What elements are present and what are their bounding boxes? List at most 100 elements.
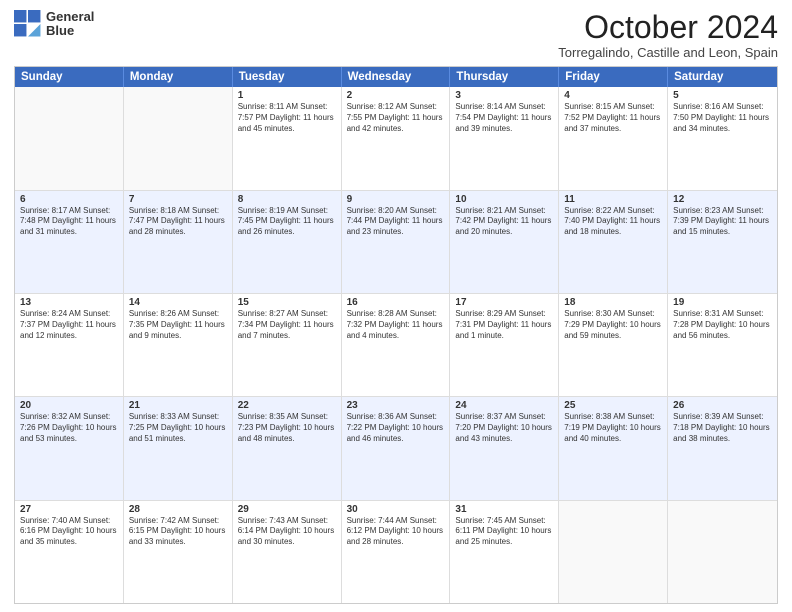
day-info: Sunrise: 8:27 AM Sunset: 7:34 PM Dayligh… bbox=[238, 309, 336, 341]
day-number: 6 bbox=[20, 194, 118, 205]
day-number: 3 bbox=[455, 90, 553, 101]
cal-cell-2-w0c3: 2Sunrise: 8:12 AM Sunset: 7:55 PM Daylig… bbox=[342, 87, 451, 189]
col-header-friday: Friday bbox=[559, 67, 668, 87]
day-number: 29 bbox=[238, 504, 336, 515]
cal-cell-30-w4c3: 30Sunrise: 7:44 AM Sunset: 6:12 PM Dayli… bbox=[342, 501, 451, 603]
day-number: 21 bbox=[129, 400, 227, 411]
cal-cell-empty-w4c5 bbox=[559, 501, 668, 603]
day-info: Sunrise: 8:31 AM Sunset: 7:28 PM Dayligh… bbox=[673, 309, 772, 341]
calendar-body: 1Sunrise: 8:11 AM Sunset: 7:57 PM Daylig… bbox=[15, 87, 777, 603]
col-header-tuesday: Tuesday bbox=[233, 67, 342, 87]
col-header-sunday: Sunday bbox=[15, 67, 124, 87]
calendar-row-4: 27Sunrise: 7:40 AM Sunset: 6:16 PM Dayli… bbox=[15, 500, 777, 603]
day-number: 19 bbox=[673, 297, 772, 308]
day-number: 2 bbox=[347, 90, 445, 101]
cal-cell-19-w2c6: 19Sunrise: 8:31 AM Sunset: 7:28 PM Dayli… bbox=[668, 294, 777, 396]
day-info: Sunrise: 7:40 AM Sunset: 6:16 PM Dayligh… bbox=[20, 516, 118, 548]
calendar-row-0: 1Sunrise: 8:11 AM Sunset: 7:57 PM Daylig… bbox=[15, 87, 777, 189]
day-number: 7 bbox=[129, 194, 227, 205]
day-number: 1 bbox=[238, 90, 336, 101]
day-info: Sunrise: 8:12 AM Sunset: 7:55 PM Dayligh… bbox=[347, 102, 445, 134]
day-number: 11 bbox=[564, 194, 662, 205]
cal-cell-1-w0c2: 1Sunrise: 8:11 AM Sunset: 7:57 PM Daylig… bbox=[233, 87, 342, 189]
day-info: Sunrise: 8:28 AM Sunset: 7:32 PM Dayligh… bbox=[347, 309, 445, 341]
day-number: 23 bbox=[347, 400, 445, 411]
day-info: Sunrise: 8:23 AM Sunset: 7:39 PM Dayligh… bbox=[673, 206, 772, 238]
day-number: 25 bbox=[564, 400, 662, 411]
day-info: Sunrise: 8:32 AM Sunset: 7:26 PM Dayligh… bbox=[20, 412, 118, 444]
day-number: 28 bbox=[129, 504, 227, 515]
day-info: Sunrise: 8:15 AM Sunset: 7:52 PM Dayligh… bbox=[564, 102, 662, 134]
cal-cell-5-w0c6: 5Sunrise: 8:16 AM Sunset: 7:50 PM Daylig… bbox=[668, 87, 777, 189]
calendar: SundayMondayTuesdayWednesdayThursdayFrid… bbox=[14, 66, 778, 604]
day-number: 8 bbox=[238, 194, 336, 205]
logo-line1: General bbox=[46, 10, 94, 24]
main-title: October 2024 bbox=[558, 10, 778, 45]
cal-cell-8-w1c2: 8Sunrise: 8:19 AM Sunset: 7:45 PM Daylig… bbox=[233, 191, 342, 293]
day-info: Sunrise: 8:22 AM Sunset: 7:40 PM Dayligh… bbox=[564, 206, 662, 238]
col-header-wednesday: Wednesday bbox=[342, 67, 451, 87]
cal-cell-27-w4c0: 27Sunrise: 7:40 AM Sunset: 6:16 PM Dayli… bbox=[15, 501, 124, 603]
cal-cell-9-w1c3: 9Sunrise: 8:20 AM Sunset: 7:44 PM Daylig… bbox=[342, 191, 451, 293]
day-info: Sunrise: 8:19 AM Sunset: 7:45 PM Dayligh… bbox=[238, 206, 336, 238]
cal-cell-29-w4c2: 29Sunrise: 7:43 AM Sunset: 6:14 PM Dayli… bbox=[233, 501, 342, 603]
cal-cell-16-w2c3: 16Sunrise: 8:28 AM Sunset: 7:32 PM Dayli… bbox=[342, 294, 451, 396]
header: General Blue October 2024 Torregalindo, … bbox=[14, 10, 778, 60]
day-number: 16 bbox=[347, 297, 445, 308]
subtitle: Torregalindo, Castille and Leon, Spain bbox=[558, 45, 778, 60]
day-number: 20 bbox=[20, 400, 118, 411]
day-number: 15 bbox=[238, 297, 336, 308]
cal-cell-empty-w0c0 bbox=[15, 87, 124, 189]
cal-cell-3-w0c4: 3Sunrise: 8:14 AM Sunset: 7:54 PM Daylig… bbox=[450, 87, 559, 189]
day-number: 9 bbox=[347, 194, 445, 205]
logo: General Blue bbox=[14, 10, 94, 39]
day-info: Sunrise: 8:21 AM Sunset: 7:42 PM Dayligh… bbox=[455, 206, 553, 238]
day-number: 4 bbox=[564, 90, 662, 101]
cal-cell-7-w1c1: 7Sunrise: 8:18 AM Sunset: 7:47 PM Daylig… bbox=[124, 191, 233, 293]
cal-cell-14-w2c1: 14Sunrise: 8:26 AM Sunset: 7:35 PM Dayli… bbox=[124, 294, 233, 396]
day-info: Sunrise: 7:44 AM Sunset: 6:12 PM Dayligh… bbox=[347, 516, 445, 548]
calendar-row-3: 20Sunrise: 8:32 AM Sunset: 7:26 PM Dayli… bbox=[15, 396, 777, 499]
day-info: Sunrise: 8:18 AM Sunset: 7:47 PM Dayligh… bbox=[129, 206, 227, 238]
cal-cell-empty-w0c1 bbox=[124, 87, 233, 189]
day-info: Sunrise: 8:29 AM Sunset: 7:31 PM Dayligh… bbox=[455, 309, 553, 341]
day-number: 26 bbox=[673, 400, 772, 411]
col-header-monday: Monday bbox=[124, 67, 233, 87]
day-info: Sunrise: 8:26 AM Sunset: 7:35 PM Dayligh… bbox=[129, 309, 227, 341]
day-info: Sunrise: 8:38 AM Sunset: 7:19 PM Dayligh… bbox=[564, 412, 662, 444]
day-number: 24 bbox=[455, 400, 553, 411]
cal-cell-17-w2c4: 17Sunrise: 8:29 AM Sunset: 7:31 PM Dayli… bbox=[450, 294, 559, 396]
day-info: Sunrise: 8:20 AM Sunset: 7:44 PM Dayligh… bbox=[347, 206, 445, 238]
cal-cell-6-w1c0: 6Sunrise: 8:17 AM Sunset: 7:48 PM Daylig… bbox=[15, 191, 124, 293]
col-header-thursday: Thursday bbox=[450, 67, 559, 87]
col-header-saturday: Saturday bbox=[668, 67, 777, 87]
day-number: 13 bbox=[20, 297, 118, 308]
cal-cell-23-w3c3: 23Sunrise: 8:36 AM Sunset: 7:22 PM Dayli… bbox=[342, 397, 451, 499]
day-info: Sunrise: 8:33 AM Sunset: 7:25 PM Dayligh… bbox=[129, 412, 227, 444]
day-number: 5 bbox=[673, 90, 772, 101]
day-number: 10 bbox=[455, 194, 553, 205]
cal-cell-24-w3c4: 24Sunrise: 8:37 AM Sunset: 7:20 PM Dayli… bbox=[450, 397, 559, 499]
day-info: Sunrise: 7:45 AM Sunset: 6:11 PM Dayligh… bbox=[455, 516, 553, 548]
cal-cell-10-w1c4: 10Sunrise: 8:21 AM Sunset: 7:42 PM Dayli… bbox=[450, 191, 559, 293]
cal-cell-12-w1c6: 12Sunrise: 8:23 AM Sunset: 7:39 PM Dayli… bbox=[668, 191, 777, 293]
calendar-header: SundayMondayTuesdayWednesdayThursdayFrid… bbox=[15, 67, 777, 87]
calendar-row-2: 13Sunrise: 8:24 AM Sunset: 7:37 PM Dayli… bbox=[15, 293, 777, 396]
logo-line2: Blue bbox=[46, 24, 94, 38]
cal-cell-22-w3c2: 22Sunrise: 8:35 AM Sunset: 7:23 PM Dayli… bbox=[233, 397, 342, 499]
day-info: Sunrise: 8:35 AM Sunset: 7:23 PM Dayligh… bbox=[238, 412, 336, 444]
cal-cell-20-w3c0: 20Sunrise: 8:32 AM Sunset: 7:26 PM Dayli… bbox=[15, 397, 124, 499]
title-block: October 2024 Torregalindo, Castille and … bbox=[558, 10, 778, 60]
day-number: 27 bbox=[20, 504, 118, 515]
day-info: Sunrise: 8:37 AM Sunset: 7:20 PM Dayligh… bbox=[455, 412, 553, 444]
day-number: 22 bbox=[238, 400, 336, 411]
cal-cell-25-w3c5: 25Sunrise: 8:38 AM Sunset: 7:19 PM Dayli… bbox=[559, 397, 668, 499]
day-number: 30 bbox=[347, 504, 445, 515]
cal-cell-15-w2c2: 15Sunrise: 8:27 AM Sunset: 7:34 PM Dayli… bbox=[233, 294, 342, 396]
cal-cell-11-w1c5: 11Sunrise: 8:22 AM Sunset: 7:40 PM Dayli… bbox=[559, 191, 668, 293]
day-info: Sunrise: 8:36 AM Sunset: 7:22 PM Dayligh… bbox=[347, 412, 445, 444]
day-number: 12 bbox=[673, 194, 772, 205]
day-number: 31 bbox=[455, 504, 553, 515]
calendar-row-1: 6Sunrise: 8:17 AM Sunset: 7:48 PM Daylig… bbox=[15, 190, 777, 293]
cal-cell-18-w2c5: 18Sunrise: 8:30 AM Sunset: 7:29 PM Dayli… bbox=[559, 294, 668, 396]
